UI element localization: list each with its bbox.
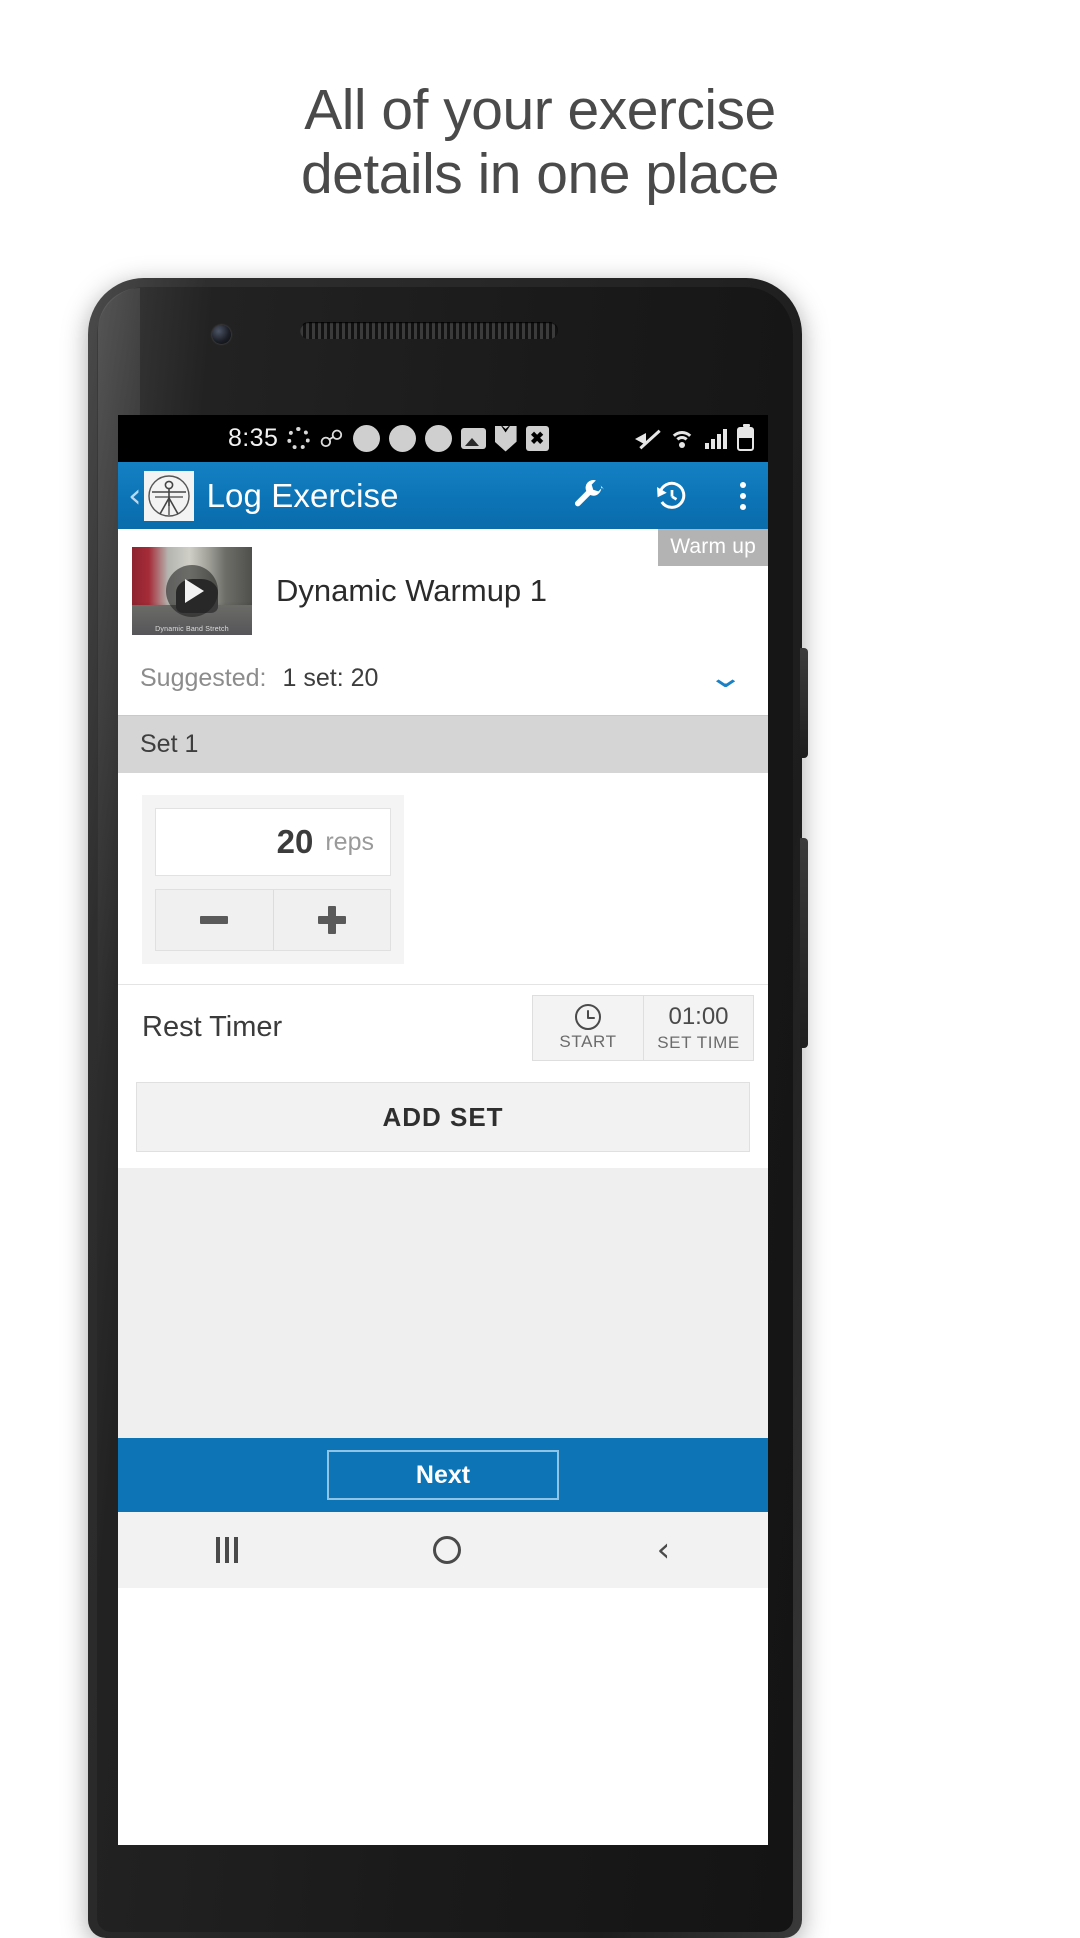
bottom-action-bar: Next — [118, 1438, 768, 1512]
suggested-value: 1 set: 20 — [282, 663, 379, 692]
notification-dot-icon — [388, 425, 416, 452]
app-bar-actions — [570, 478, 752, 514]
status-time: 8:35 — [228, 424, 279, 452]
set-header: Set 1 — [118, 715, 768, 773]
status-bar-left: 8:35 ☍ ✖ — [228, 424, 549, 453]
back-icon[interactable]: ‹ — [128, 479, 142, 513]
x-file-icon: ✖ — [525, 426, 549, 451]
set-time-button[interactable]: 01:00 SET TIME — [643, 995, 753, 1060]
wifi-icon — [669, 429, 695, 449]
history-icon[interactable] — [654, 478, 690, 514]
earpiece-speaker — [300, 322, 558, 339]
home-icon[interactable] — [433, 1536, 462, 1564]
status-badge: Warm up — [658, 529, 768, 566]
status-bar-right — [635, 423, 754, 451]
exercise-video-thumbnail[interactable]: Dynamic Band Stretch — [132, 547, 252, 635]
minus-icon — [200, 916, 229, 924]
play-icon[interactable] — [166, 565, 218, 617]
start-timer-button[interactable]: START — [533, 996, 643, 1060]
rest-timer-label: Rest Timer — [142, 1011, 283, 1043]
vitruvian-man-logo[interactable] — [143, 470, 194, 521]
set-body: 20 reps — [118, 773, 768, 984]
phone-screen: 8:35 ☍ ✖ ‹ Log Exercise Warm up Dynamic … — [118, 415, 768, 1845]
chevron-down-icon[interactable]: ⌄ — [707, 663, 745, 693]
decrement-reps-button[interactable] — [156, 890, 273, 950]
phone-mockup: 8:35 ☍ ✖ ‹ Log Exercise Warm up Dynamic … — [88, 278, 808, 1938]
reps-stepper-buttons — [155, 889, 391, 951]
overflow-menu-icon[interactable] — [740, 481, 746, 510]
signal-icon — [705, 428, 727, 449]
promo-headline: All of your exercise details in one plac… — [0, 78, 1080, 207]
plus-icon — [317, 906, 346, 934]
exercise-name: Dynamic Warmup 1 — [276, 573, 548, 608]
set-time-label: SET TIME — [657, 1032, 740, 1052]
gmail-icon: ☍ — [319, 424, 344, 453]
increment-reps-button[interactable] — [272, 890, 391, 950]
shield-icon — [494, 425, 517, 452]
app-bar: ‹ Log Exercise — [118, 462, 768, 529]
suggested-label: Suggested: — [140, 663, 267, 692]
clock-icon — [575, 1003, 601, 1030]
add-set-wrapper: ADD SET — [118, 1070, 768, 1168]
power-button[interactable] — [800, 838, 808, 1048]
photo-icon — [460, 428, 486, 449]
next-button[interactable]: Next — [327, 1450, 559, 1500]
add-set-button[interactable]: ADD SET — [136, 1082, 750, 1152]
exercise-content: Warm up Dynamic Band Stretch Dynamic War… — [118, 529, 768, 1438]
page-title: Log Exercise — [206, 476, 399, 514]
video-caption: Dynamic Band Stretch — [155, 626, 229, 633]
reps-input[interactable]: 20 reps — [155, 808, 391, 876]
recents-icon[interactable] — [215, 1537, 238, 1563]
battery-icon — [737, 423, 754, 451]
reps-unit-label: reps — [325, 827, 374, 856]
suggested-row: Suggested: 1 set: 20 ⌄ — [118, 653, 768, 715]
notification-dot-icon — [352, 425, 380, 452]
mute-icon — [635, 428, 661, 450]
wrench-icon[interactable] — [570, 479, 604, 513]
front-camera-icon — [212, 325, 231, 344]
gear-icon — [287, 427, 311, 450]
rest-timer-row: Rest Timer START 01:00 SET TIME — [118, 984, 768, 1070]
volume-button[interactable] — [800, 648, 808, 758]
notification-dot-icon — [424, 425, 452, 452]
rest-time-value: 01:00 — [668, 1002, 729, 1030]
rest-timer-controls: START 01:00 SET TIME — [532, 994, 754, 1061]
start-timer-label: START — [559, 1031, 617, 1051]
content-empty-area — [118, 1168, 768, 1438]
reps-stepper-card: 20 reps — [142, 795, 404, 964]
reps-value: 20 — [276, 823, 314, 860]
status-bar: 8:35 ☍ ✖ — [118, 415, 768, 462]
headline-line-1: All of your exercise — [304, 78, 776, 142]
android-navigation-bar: ‹ — [118, 1512, 768, 1588]
headline-line-2: details in one place — [300, 142, 780, 207]
back-nav-icon[interactable]: ‹ — [657, 1533, 671, 1567]
